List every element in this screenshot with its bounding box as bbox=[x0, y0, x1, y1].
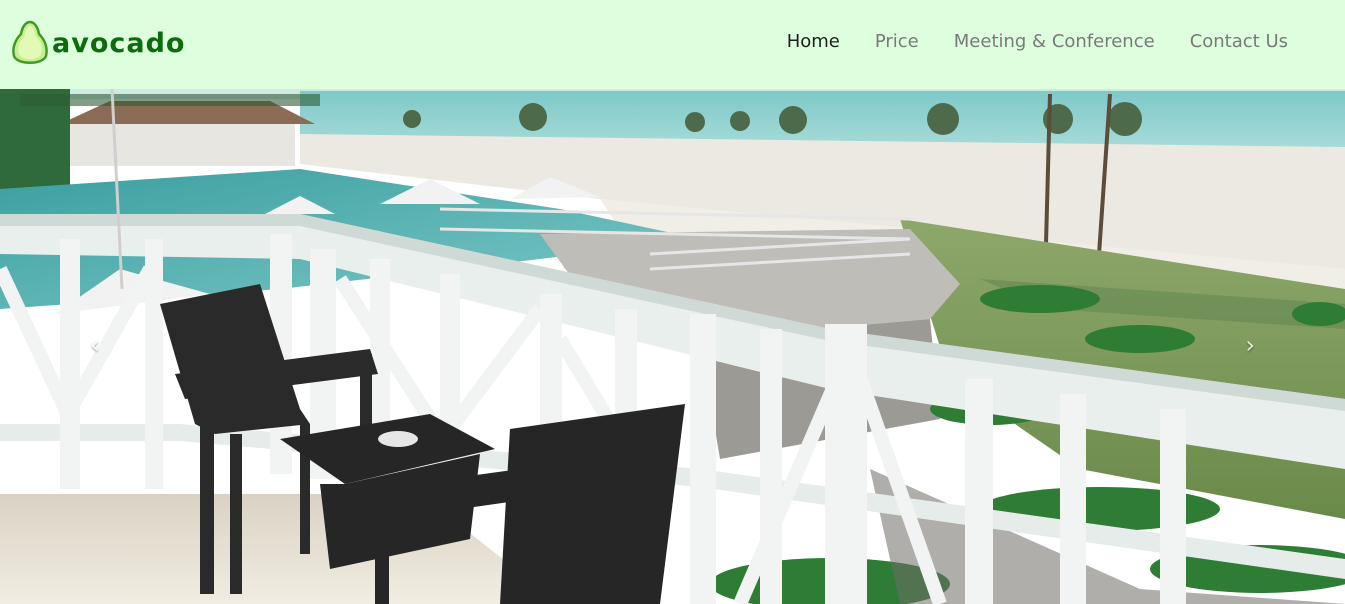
chevron-right-icon: › bbox=[1245, 330, 1255, 359]
navbar: avocado Home Price Meeting & Conference … bbox=[0, 0, 1345, 89]
nav-link-meeting-conference[interactable]: Meeting & Conference bbox=[954, 31, 1155, 52]
carousel-next-button[interactable]: › bbox=[1145, 89, 1345, 604]
brand-logo[interactable]: avocado bbox=[11, 19, 186, 69]
nav-link-home[interactable]: Home bbox=[787, 31, 840, 52]
nav-link-price[interactable]: Price bbox=[875, 31, 919, 52]
nav-link-contact-us[interactable]: Contact Us bbox=[1190, 31, 1288, 52]
carousel-prev-button[interactable]: ‹ bbox=[0, 89, 200, 604]
chevron-left-icon: ‹ bbox=[90, 330, 100, 359]
hero-image bbox=[0, 89, 1345, 604]
avocado-icon bbox=[11, 20, 49, 68]
brand-name: avocado bbox=[52, 27, 186, 59]
hero-carousel: ‹ › bbox=[0, 89, 1345, 604]
main-nav: Home Price Meeting & Conference Contact … bbox=[752, 31, 1288, 52]
